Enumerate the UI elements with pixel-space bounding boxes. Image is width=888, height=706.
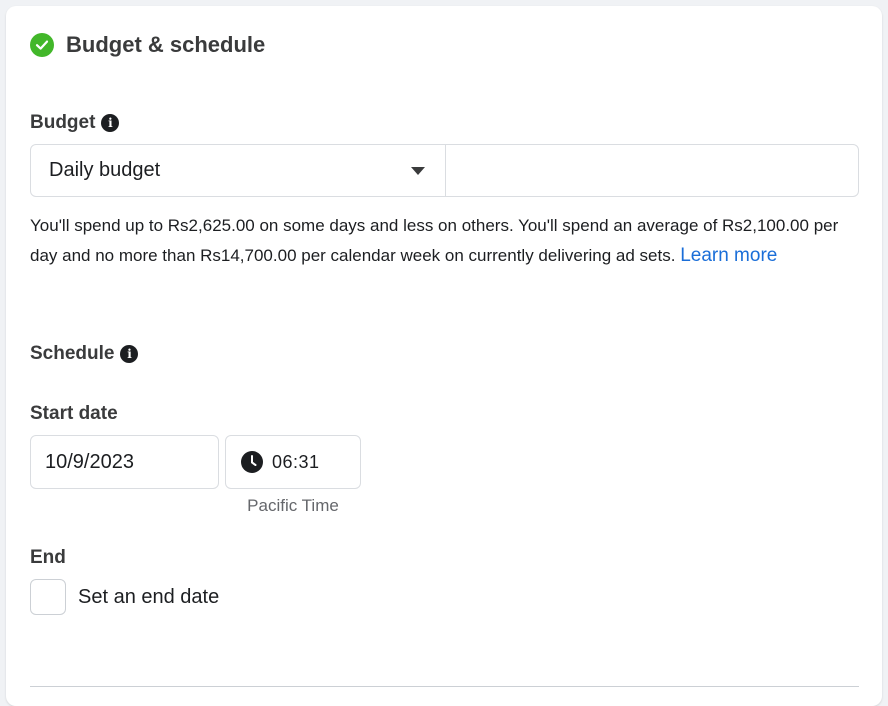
schedule-label-row: Schedule i [30,343,139,365]
start-time-value: 06:31 [272,451,320,472]
clock-icon [241,451,263,473]
start-date-input[interactable]: 10/9/2023 [30,435,219,489]
budget-label: Budget [30,112,96,133]
end-date-checkbox-label[interactable]: Set an end date [78,586,219,609]
budget-amount-input[interactable] [446,145,858,196]
section-header: Budget & schedule [30,32,265,58]
budget-info-icon[interactable]: i [101,114,120,132]
end-label: End [30,547,66,568]
budget-label-row: Budget i [30,112,120,134]
section-divider [30,686,859,687]
start-date-label: Start date [30,403,118,424]
budget-description: You'll spend up to Rs2,625.00 on some da… [30,211,870,271]
budget-type-dropdown[interactable]: Daily budget [31,145,446,196]
section-title: Budget & schedule [66,32,266,57]
timezone-label: Pacific Time [247,496,339,515]
learn-more-link[interactable]: Learn more [680,245,777,266]
check-circle-icon [30,33,54,57]
chevron-down-icon [411,166,425,175]
budget-field-group: Daily budget [30,144,859,197]
schedule-info-icon[interactable]: i [120,345,139,363]
end-date-checkbox[interactable] [30,579,66,615]
budget-schedule-card: Budget & schedule Budget i Daily budget … [6,6,882,706]
schedule-label: Schedule [30,343,115,364]
budget-type-value: Daily budget [49,159,161,181]
start-time-input[interactable]: 06:31 [225,435,361,489]
